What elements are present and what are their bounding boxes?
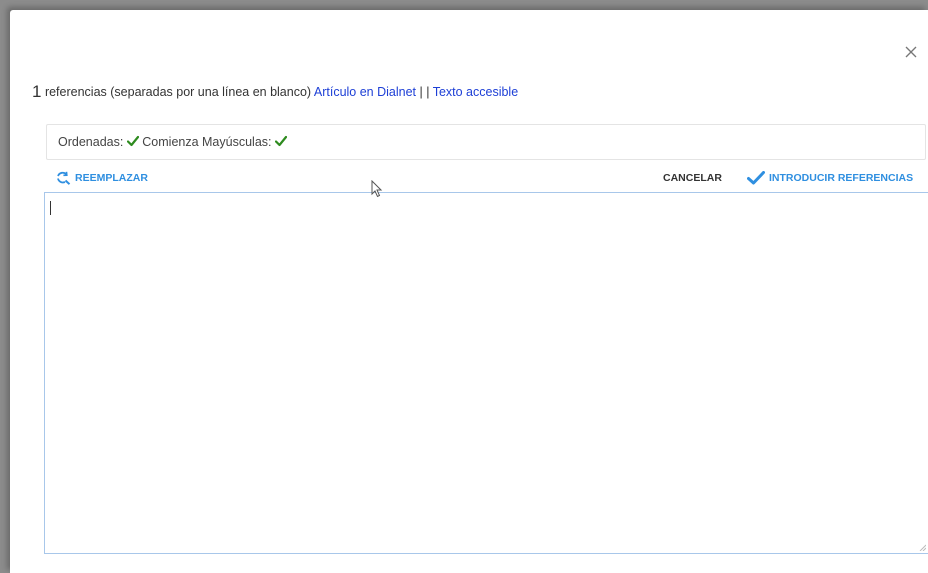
references-dialog: 1 referencias (separadas por una línea e… (10, 10, 928, 573)
insert-references-button[interactable]: INTRODUCIR REFERENCIAS (747, 170, 913, 186)
references-editor[interactable] (44, 192, 928, 554)
ordered-label: Ordenadas: (58, 135, 127, 149)
cancel-label: CANCELAR (663, 172, 722, 184)
checkmark-icon (274, 135, 287, 147)
references-textarea[interactable] (45, 193, 928, 553)
mouse-pointer-icon (371, 180, 383, 198)
references-summary: 1 referencias (separadas por una línea e… (32, 83, 518, 101)
text-caret (50, 201, 51, 215)
accessible-text-link[interactable]: Texto accesible (433, 85, 518, 99)
capital-start-label: Comienza Mayúsculas: (138, 135, 275, 149)
validation-status: Ordenadas: Comienza Mayúsculas: (46, 124, 926, 160)
resize-grip-icon[interactable] (919, 544, 926, 551)
replace-label: REEMPLAZAR (75, 172, 148, 184)
close-button[interactable] (901, 42, 921, 62)
close-icon (905, 46, 917, 58)
references-description: referencias (separadas por una línea en … (41, 85, 314, 99)
dialnet-article-link[interactable]: Artículo en Dialnet (314, 85, 416, 99)
refresh-search-icon (57, 171, 71, 185)
link-separator: | | (416, 85, 433, 99)
checkmark-icon (126, 135, 139, 147)
checkmark-icon (747, 171, 765, 185)
insert-references-label: INTRODUCIR REFERENCIAS (769, 172, 914, 184)
replace-button[interactable]: REEMPLAZAR (56, 170, 148, 186)
cancel-button[interactable]: CANCELAR (663, 170, 722, 186)
